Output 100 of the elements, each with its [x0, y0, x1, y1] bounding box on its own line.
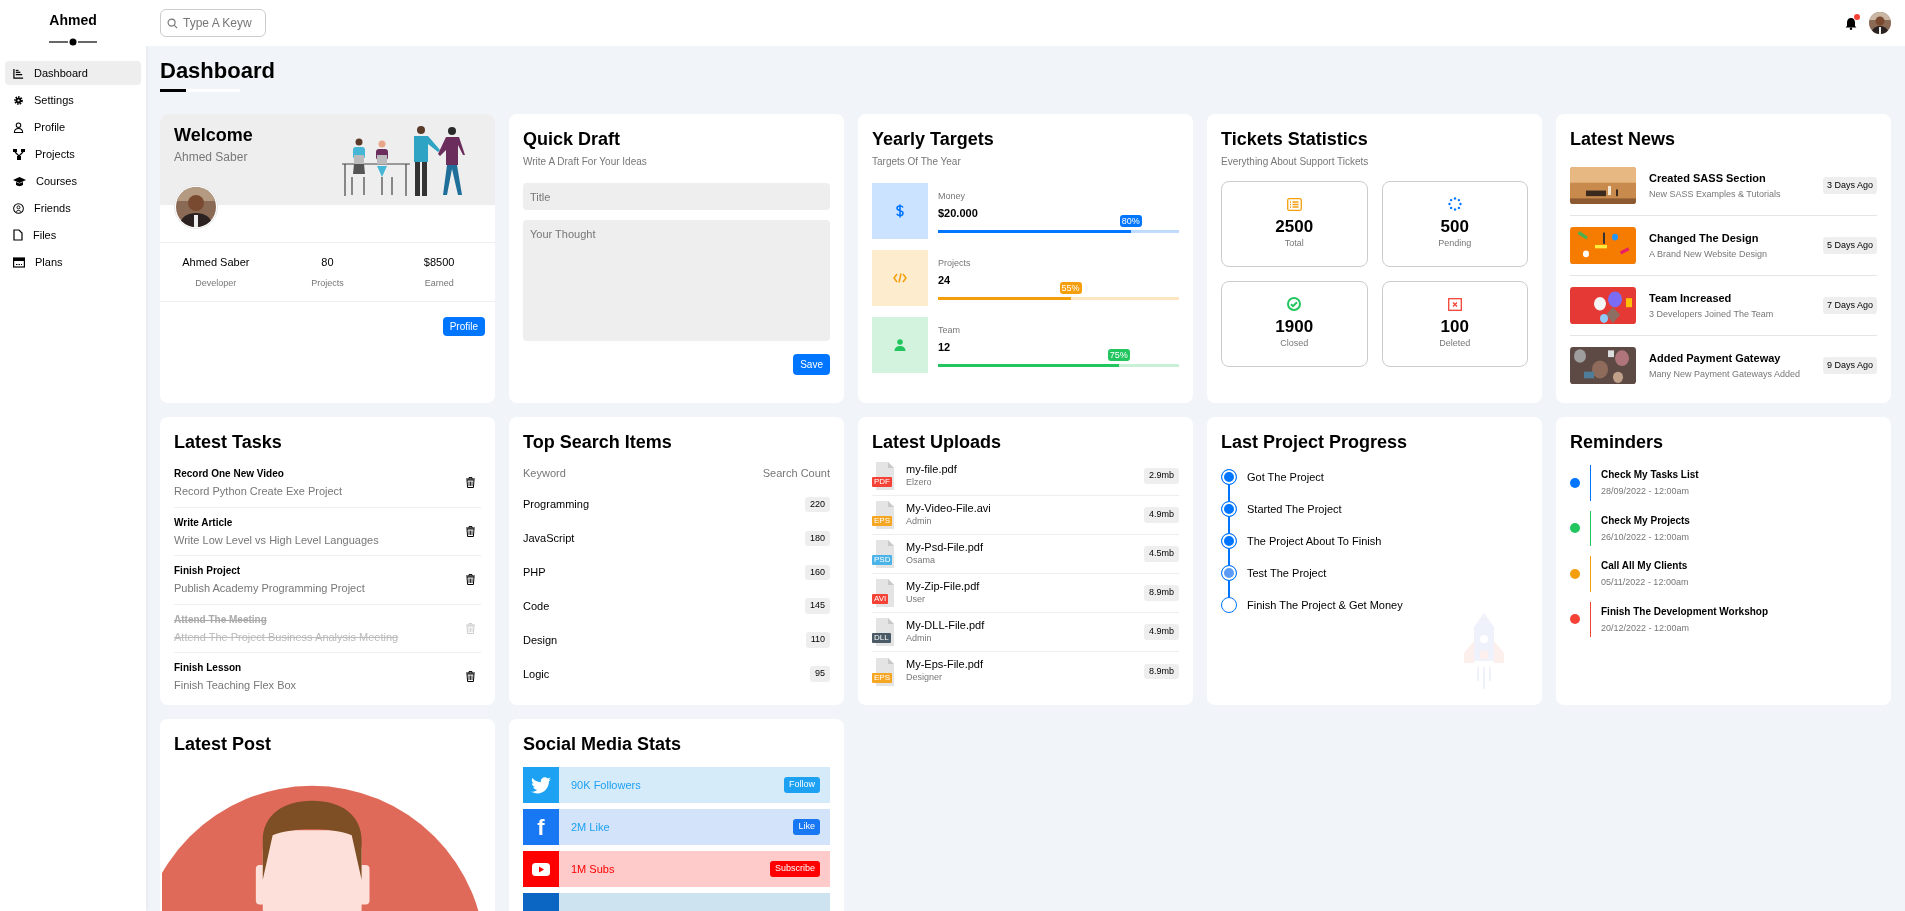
- percent-badge: 75%: [1107, 348, 1130, 361]
- user-icon: [13, 121, 24, 133]
- file-name: My-Psd-File.pdf: [906, 540, 985, 554]
- news-title: Changed The Design: [1649, 230, 1760, 246]
- step-label: The Project About To Finish: [1247, 533, 1382, 549]
- file-owner: Admin: [906, 631, 933, 645]
- card-subtitle: Write A Draft For Your Ideas: [523, 155, 648, 169]
- target-value: $20.000: [938, 206, 978, 221]
- reminder-title: Call All My Clients: [1601, 559, 1689, 573]
- card-subtitle: Targets Of The Year: [872, 155, 962, 169]
- trash-icon[interactable]: [466, 477, 475, 489]
- task-description: Finish Teaching Flex Box: [174, 678, 298, 693]
- card-title: Top Search Items: [523, 431, 673, 453]
- ticket-count: 1900: [1275, 317, 1314, 338]
- file-size: 4.9mb: [1144, 507, 1179, 523]
- card-title: Last Project Progress: [1221, 431, 1409, 453]
- brand-name: Ahmed: [48, 11, 98, 30]
- file-owner: Designer: [906, 671, 944, 685]
- social-button[interactable]: Subscribe: [769, 861, 820, 877]
- chart-icon: [13, 67, 24, 79]
- file-name: My-Zip-File.pdf: [906, 579, 981, 593]
- ticket-label: Deleted: [1439, 336, 1471, 350]
- card-title: Latest News: [1570, 128, 1677, 150]
- social-count: 1M Subs: [570, 861, 616, 877]
- keyword-cell-text: JavaScript: [523, 531, 575, 547]
- file-name: My-Video-File.avi: [906, 501, 992, 515]
- target-label: Team: [938, 323, 960, 337]
- page-title: Dashboard: [160, 57, 276, 85]
- social-count: 90K Followers: [570, 777, 642, 793]
- stat-value: Ahmed Saber: [182, 255, 250, 270]
- settings-icon: [13, 94, 24, 106]
- news-time: 3 Days Ago: [1822, 176, 1877, 195]
- step-label: Test The Project: [1247, 565, 1327, 581]
- card-title: Reminders: [1570, 431, 1665, 453]
- stat-value: 80: [321, 255, 334, 270]
- keyword-cell-text: Code: [523, 598, 550, 614]
- count-badge: 95: [810, 666, 830, 682]
- title-field[interactable]: Title: [523, 183, 830, 210]
- news-description: 3 Developers Joined The Team: [1649, 308, 1775, 321]
- ticket-label: Pending: [1438, 237, 1472, 251]
- stat-label: Earned: [424, 276, 454, 290]
- count-badge: 180: [804, 530, 830, 547]
- card-title: Quick Draft: [523, 128, 622, 150]
- count-badge: 110: [805, 632, 830, 648]
- card-title: Latest Post: [174, 733, 273, 755]
- percent-badge: 55%: [1059, 281, 1082, 294]
- social-button[interactable]: Like: [793, 819, 820, 835]
- task-description: Attend The Project Business Analysis Meeting: [174, 629, 400, 645]
- count-badge: 220: [804, 496, 830, 513]
- code-icon: [893, 273, 907, 283]
- reminder-title: Check My Projects: [1601, 513, 1690, 528]
- reminder-title: Finish The Development Workshop: [1601, 604, 1769, 619]
- file-owner: User: [906, 592, 926, 606]
- file-name: My-DLL-File.pdf: [906, 618, 986, 632]
- reminder-date: 28/09/2022 - 12:00am: [1601, 485, 1691, 498]
- target-value: 12: [938, 340, 951, 355]
- reminder-title: Check My Tasks List: [1601, 468, 1699, 482]
- reminder-date: 05/11/2022 - 12:00am: [1601, 576, 1689, 589]
- card-subtitle: Everything About Support Tickets: [1221, 155, 1370, 169]
- thought-field[interactable]: Your Thought: [523, 220, 830, 341]
- news-time: 7 Days Ago: [1822, 296, 1877, 315]
- file-owner: Admin: [906, 514, 933, 528]
- profile-button[interactable]: Profile: [442, 317, 485, 336]
- ticket-label: Closed: [1280, 337, 1309, 351]
- stat-value: $8500: [423, 255, 455, 270]
- trash-icon[interactable]: [466, 574, 475, 586]
- sidebar-item[interactable]: Dashboard: [5, 61, 141, 85]
- notification-bell-icon[interactable]: [1845, 16, 1857, 30]
- task-description: Publish Academy Programming Project: [174, 581, 366, 596]
- save-button[interactable]: Save: [793, 354, 830, 375]
- task-description: Write Low Level vs High Level Languages: [174, 532, 380, 548]
- logo-tile: f: [523, 809, 559, 845]
- ticket-count: 100: [1440, 316, 1469, 337]
- trash-icon[interactable]: [466, 525, 475, 537]
- nodes-icon: [13, 148, 25, 160]
- stat-label: Developer: [195, 276, 237, 290]
- file-size: 4.9mb: [1144, 624, 1179, 640]
- stat-label: Projects: [311, 276, 344, 290]
- search-icon: [167, 18, 178, 29]
- dollar-icon: [895, 204, 905, 218]
- file-size: 2.9mb: [1144, 468, 1179, 484]
- search-field[interactable]: Type A Keyw: [160, 9, 266, 37]
- card-title: Welcome: [174, 124, 254, 146]
- card-title: Social Media Stats: [523, 733, 683, 755]
- card-title: Tickets Statistics: [1221, 128, 1369, 150]
- friends-icon: [13, 202, 24, 214]
- step-label: Finish The Project & Get Money: [1247, 597, 1403, 613]
- news-description: A Brand New Website Design: [1649, 248, 1768, 261]
- task-description: Record Python Create Exe Project: [174, 484, 344, 499]
- file-size: 4.5mb: [1144, 546, 1179, 562]
- ticket-label: Total: [1284, 236, 1304, 250]
- trash-icon[interactable]: [466, 671, 475, 683]
- ticket-count: 500: [1440, 217, 1469, 238]
- file-size: 8.9mb: [1144, 663, 1179, 680]
- file-owner: Osama: [906, 553, 936, 567]
- user-icon: [894, 339, 906, 351]
- column-header: Search Count: [762, 466, 830, 481]
- count-badge: 145: [804, 598, 830, 614]
- step-label: Started The Project: [1247, 501, 1342, 517]
- keyword-cell-text: Design: [523, 632, 558, 648]
